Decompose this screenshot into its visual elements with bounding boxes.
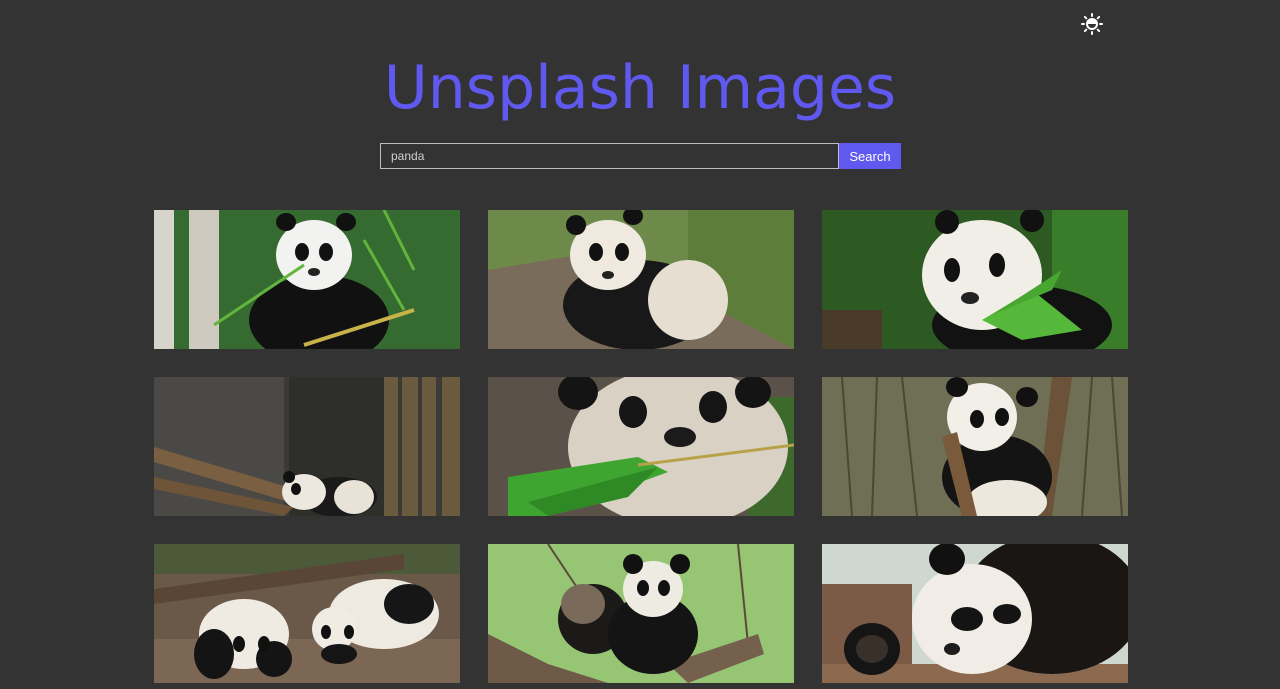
- panda-photo: [488, 377, 794, 516]
- search-input[interactable]: [380, 143, 839, 169]
- panda-photo: [822, 544, 1128, 683]
- image-card[interactable]: [488, 210, 794, 349]
- image-card[interactable]: [488, 377, 794, 516]
- panda-photo: [822, 210, 1128, 349]
- panda-photo: [488, 210, 794, 349]
- image-card[interactable]: [488, 544, 794, 683]
- theme-toggle-button[interactable]: [1080, 12, 1104, 36]
- search-button[interactable]: Search: [839, 143, 901, 169]
- sun-icon: [1081, 13, 1103, 35]
- image-card[interactable]: [154, 210, 460, 349]
- panda-photo: [154, 377, 460, 516]
- image-card[interactable]: [822, 377, 1128, 516]
- panda-photo: [822, 377, 1128, 516]
- image-card[interactable]: [154, 544, 460, 683]
- panda-photo: [488, 544, 794, 683]
- image-card[interactable]: [822, 210, 1128, 349]
- image-grid: [154, 210, 1128, 683]
- search-form: Search: [380, 143, 901, 169]
- page: Unsplash Images Search: [0, 0, 1280, 689]
- image-card[interactable]: [154, 377, 460, 516]
- image-card[interactable]: [822, 544, 1128, 683]
- page-title: Unsplash Images: [383, 53, 897, 123]
- panda-photo: [154, 544, 460, 683]
- panda-photo: [154, 210, 460, 349]
